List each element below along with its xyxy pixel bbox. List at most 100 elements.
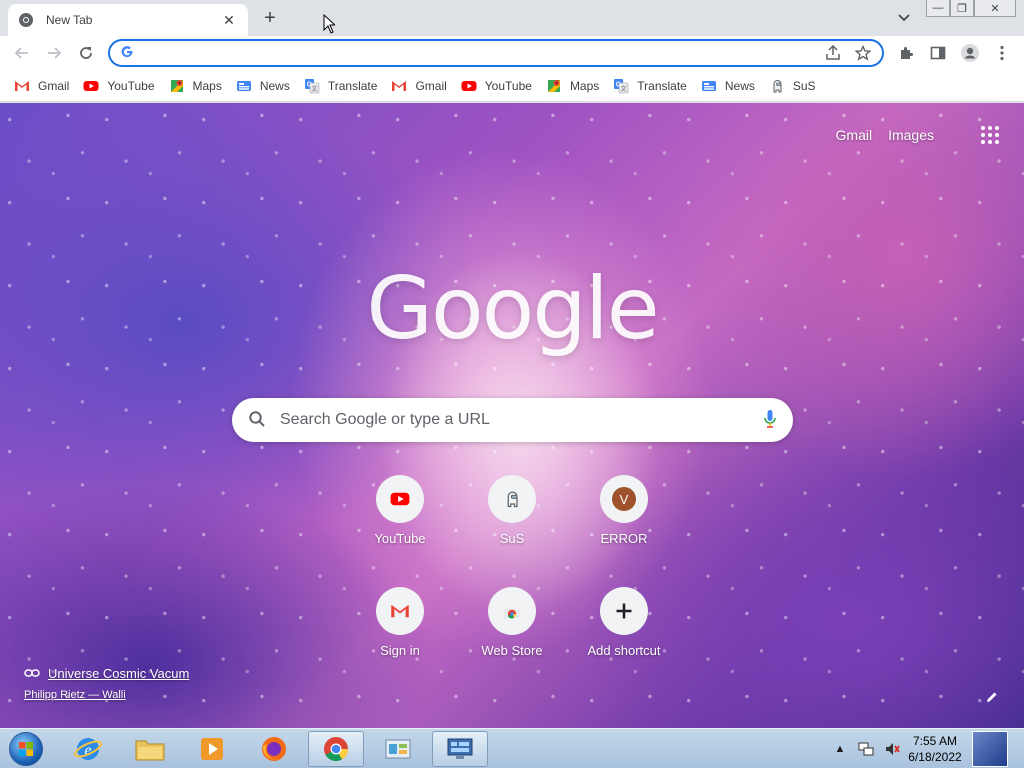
back-arrow-icon[interactable] (10, 41, 34, 65)
bookmark-label: News (724, 78, 755, 93)
close-window-button[interactable]: ✕ (974, 0, 1016, 17)
images-link[interactable]: Images (888, 127, 934, 143)
volume-muted-icon[interactable] (882, 739, 902, 759)
sus-icon (488, 475, 536, 523)
maps-icon (169, 78, 185, 94)
minimize-button[interactable]: — (926, 0, 950, 17)
start-button[interactable] (6, 731, 46, 767)
taskbar-clock[interactable]: 7:55 AM 6/18/2022 (900, 733, 970, 765)
extensions-puzzle-icon[interactable] (894, 41, 918, 65)
side-panel-icon[interactable] (926, 41, 950, 65)
file-explorer-icon[interactable] (122, 731, 178, 767)
windows-logo-icon (9, 732, 43, 766)
ntp-search-input[interactable] (280, 405, 763, 435)
news-icon (701, 78, 717, 94)
network-icon[interactable] (856, 739, 876, 759)
tab-strip: New Tab ✕ + — ❐ ✕ (0, 0, 1024, 36)
bookmark-label: News (259, 78, 290, 93)
restore-button[interactable]: ❐ (950, 0, 974, 17)
shortcut-label: ERROR (600, 531, 648, 546)
tab-close-icon[interactable]: ✕ (220, 11, 238, 29)
bookmark-maps[interactable]: Maps (544, 74, 607, 98)
bookmark-label: Translate (327, 78, 378, 93)
show-desktop-button[interactable] (972, 731, 1008, 767)
firefox-icon[interactable] (246, 731, 302, 767)
profile-avatar-icon[interactable] (958, 41, 982, 65)
shortcut-sign-in[interactable]: Sign in (344, 587, 456, 677)
shortcut-youtube[interactable]: YouTube (344, 475, 456, 565)
bookmark-youtube[interactable]: YouTube (81, 74, 162, 98)
background-attribution: Universe Cosmic Vacum Philipp Rietz — Wa… (24, 666, 189, 701)
bookmark-label: Maps (192, 78, 222, 93)
mouse-cursor-icon (323, 13, 337, 37)
letter-v-avatar: V (600, 475, 648, 523)
link-icon (24, 666, 40, 681)
ntp-top-links: Gmail Images (836, 127, 934, 143)
bookmark-news[interactable]: News (699, 74, 763, 98)
google-logo: Google (366, 259, 659, 359)
translate-icon: G文 (304, 78, 320, 94)
shortcuts-grid: YouTube SuS V ERROR Sign in Web Store Add shor… (344, 475, 680, 677)
shortcut-label: Add shortcut (587, 643, 661, 658)
system-tray: ▲ (830, 729, 908, 768)
chrome-favicon-icon (18, 12, 34, 28)
bookmark-gmail[interactable]: Gmail (12, 74, 77, 98)
browser-toolbar (0, 36, 1024, 70)
translate-icon: G文 (613, 78, 629, 94)
shortcut-label: YouTube (374, 531, 426, 546)
shortcut-label: SuS (499, 531, 525, 546)
forward-arrow-icon[interactable] (42, 41, 66, 65)
windows-taskbar: e ▲ 7:55 AM 6/18/2022 (0, 728, 1024, 768)
gmail-icon (376, 587, 424, 635)
bookmark-maps[interactable]: Maps (167, 74, 230, 98)
bookmark-translate[interactable]: G 文 Translate (611, 74, 695, 98)
bookmark-star-icon[interactable] (852, 42, 874, 64)
tab-new-tab[interactable]: New Tab ✕ (8, 4, 248, 36)
webstore-icon (488, 587, 536, 635)
google-apps-grid-icon[interactable] (978, 123, 1002, 147)
network-monitor-icon[interactable] (432, 731, 488, 767)
bookmark-sus[interactable]: SuS (767, 74, 824, 98)
ntp-search-box[interactable] (232, 398, 793, 442)
bookmark-news[interactable]: News (234, 74, 298, 98)
customize-pencil-icon[interactable] (980, 685, 1004, 709)
shortcut-sus[interactable]: SuS (456, 475, 568, 565)
microphone-icon[interactable] (763, 409, 777, 432)
window-controls: — ❐ ✕ (926, 0, 1016, 18)
shortcut-add-shortcut[interactable]: Add shortcut (568, 587, 680, 677)
tab-search-chevron-icon[interactable] (893, 8, 915, 28)
attribution-title-link[interactable]: Universe Cosmic Vacum (48, 666, 189, 681)
shortcut-error[interactable]: V ERROR (568, 475, 680, 565)
menu-kebab-icon[interactable] (990, 41, 1014, 65)
address-bar[interactable] (108, 39, 884, 67)
svg-text:文: 文 (311, 85, 317, 93)
show-hidden-icons-arrow-icon[interactable]: ▲ (830, 739, 850, 759)
bookmark-gmail[interactable]: Gmail (389, 74, 454, 98)
shortcut-web-store[interactable]: Web Store (456, 587, 568, 677)
bookmark-label: SuS (792, 78, 816, 93)
omnibox-input[interactable] (142, 43, 822, 63)
bookmark-label: Gmail (38, 78, 70, 93)
shortcut-label: Sign in (380, 643, 420, 658)
attribution-author-link[interactable]: Philipp Rietz — Walli (24, 689, 189, 701)
reload-icon[interactable] (74, 41, 98, 65)
bookmark-label: Maps (569, 78, 600, 93)
shortcut-label: Web Store (481, 643, 543, 658)
bookmark-youtube[interactable]: YouTube (459, 74, 540, 98)
share-icon[interactable] (822, 42, 844, 64)
new-tab-page: Gmail Images Google YouTube SuS V ERROR Sign… (0, 103, 1024, 728)
clock-date: 6/18/2022 (908, 750, 962, 764)
new-tab-button[interactable]: + (258, 6, 282, 30)
bookmark-label: YouTube (484, 78, 532, 93)
chrome-icon[interactable] (308, 731, 364, 767)
internet-explorer-icon[interactable]: e (60, 731, 116, 767)
media-player-icon[interactable] (184, 731, 240, 767)
gmail-icon (14, 78, 30, 94)
control-panel-icon[interactable] (370, 731, 426, 767)
bookmark-translate[interactable]: G 文 Translate (302, 74, 386, 98)
bookmark-label: YouTube (107, 78, 155, 93)
gmail-link[interactable]: Gmail (836, 127, 873, 143)
plus-icon (600, 587, 648, 635)
bookmark-label: Gmail (415, 78, 447, 93)
youtube-icon (461, 78, 477, 94)
